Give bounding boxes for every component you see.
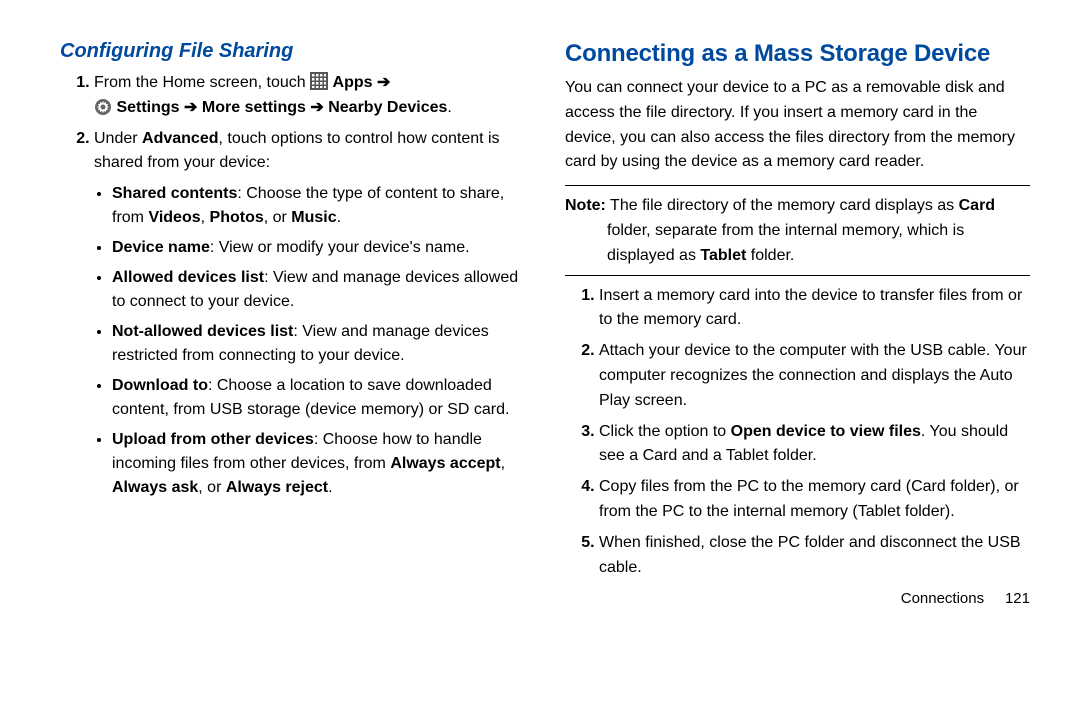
bullet-device-name: Device name: View or modify your device'…: [112, 236, 525, 260]
footer-section: Connections: [901, 590, 984, 607]
left-steps: From the Home screen, touch Apps ➔: [60, 71, 525, 500]
step2-text: Under Advanced, touch options to control…: [94, 130, 500, 172]
section-heading-right: Connecting as a Mass Storage Device: [565, 40, 1030, 68]
gear-icon: [94, 98, 112, 116]
horizontal-rule-bottom: [565, 275, 1030, 276]
r-step-4: Copy files from the PC to the memory car…: [599, 475, 1030, 525]
step-2: Under Advanced, touch options to control…: [94, 127, 525, 501]
bullet-list: Shared contents: Choose the type of cont…: [94, 182, 525, 500]
bullet-allowed-devices: Allowed devices list: View and manage de…: [112, 266, 525, 314]
step1-text-a: From the Home screen, touch: [94, 74, 310, 91]
note-label: Note:: [565, 197, 606, 214]
step-1: From the Home screen, touch Apps ➔: [94, 71, 525, 121]
bullet-not-allowed-devices: Not-allowed devices list: View and manag…: [112, 320, 525, 368]
right-steps: Insert a memory card into the device to …: [565, 284, 1030, 581]
step1-apps: Apps ➔: [333, 74, 391, 91]
r-step-2: Attach your device to the computer with …: [599, 339, 1030, 413]
intro-paragraph: You can connect your device to a PC as a…: [565, 76, 1030, 175]
horizontal-rule-top: [565, 185, 1030, 186]
r-step-5: When finished, close the PC folder and d…: [599, 531, 1030, 581]
bullet-shared-contents: Shared contents: Choose the type of cont…: [112, 182, 525, 230]
right-column: Connecting as a Mass Storage Device You …: [565, 40, 1030, 700]
bullet-upload-from: Upload from other devices: Choose how to…: [112, 428, 525, 500]
bullet-download-to: Download to: Choose a location to save d…: [112, 374, 525, 422]
footer-page-number: 121: [1005, 590, 1030, 607]
r-step-3: Click the option to Open device to view …: [599, 420, 1030, 470]
page: Configuring File Sharing From the Home s…: [0, 0, 1080, 720]
section-heading-left: Configuring File Sharing: [60, 40, 525, 63]
note-block: Note: The file directory of the memory c…: [565, 194, 1030, 268]
page-footer: Connections 121: [565, 590, 1030, 607]
left-column: Configuring File Sharing From the Home s…: [60, 40, 525, 700]
apps-grid-icon: [310, 72, 328, 90]
step1-path: Settings ➔ More settings ➔ Nearby Device…: [116, 99, 451, 116]
r-step-1: Insert a memory card into the device to …: [599, 284, 1030, 334]
